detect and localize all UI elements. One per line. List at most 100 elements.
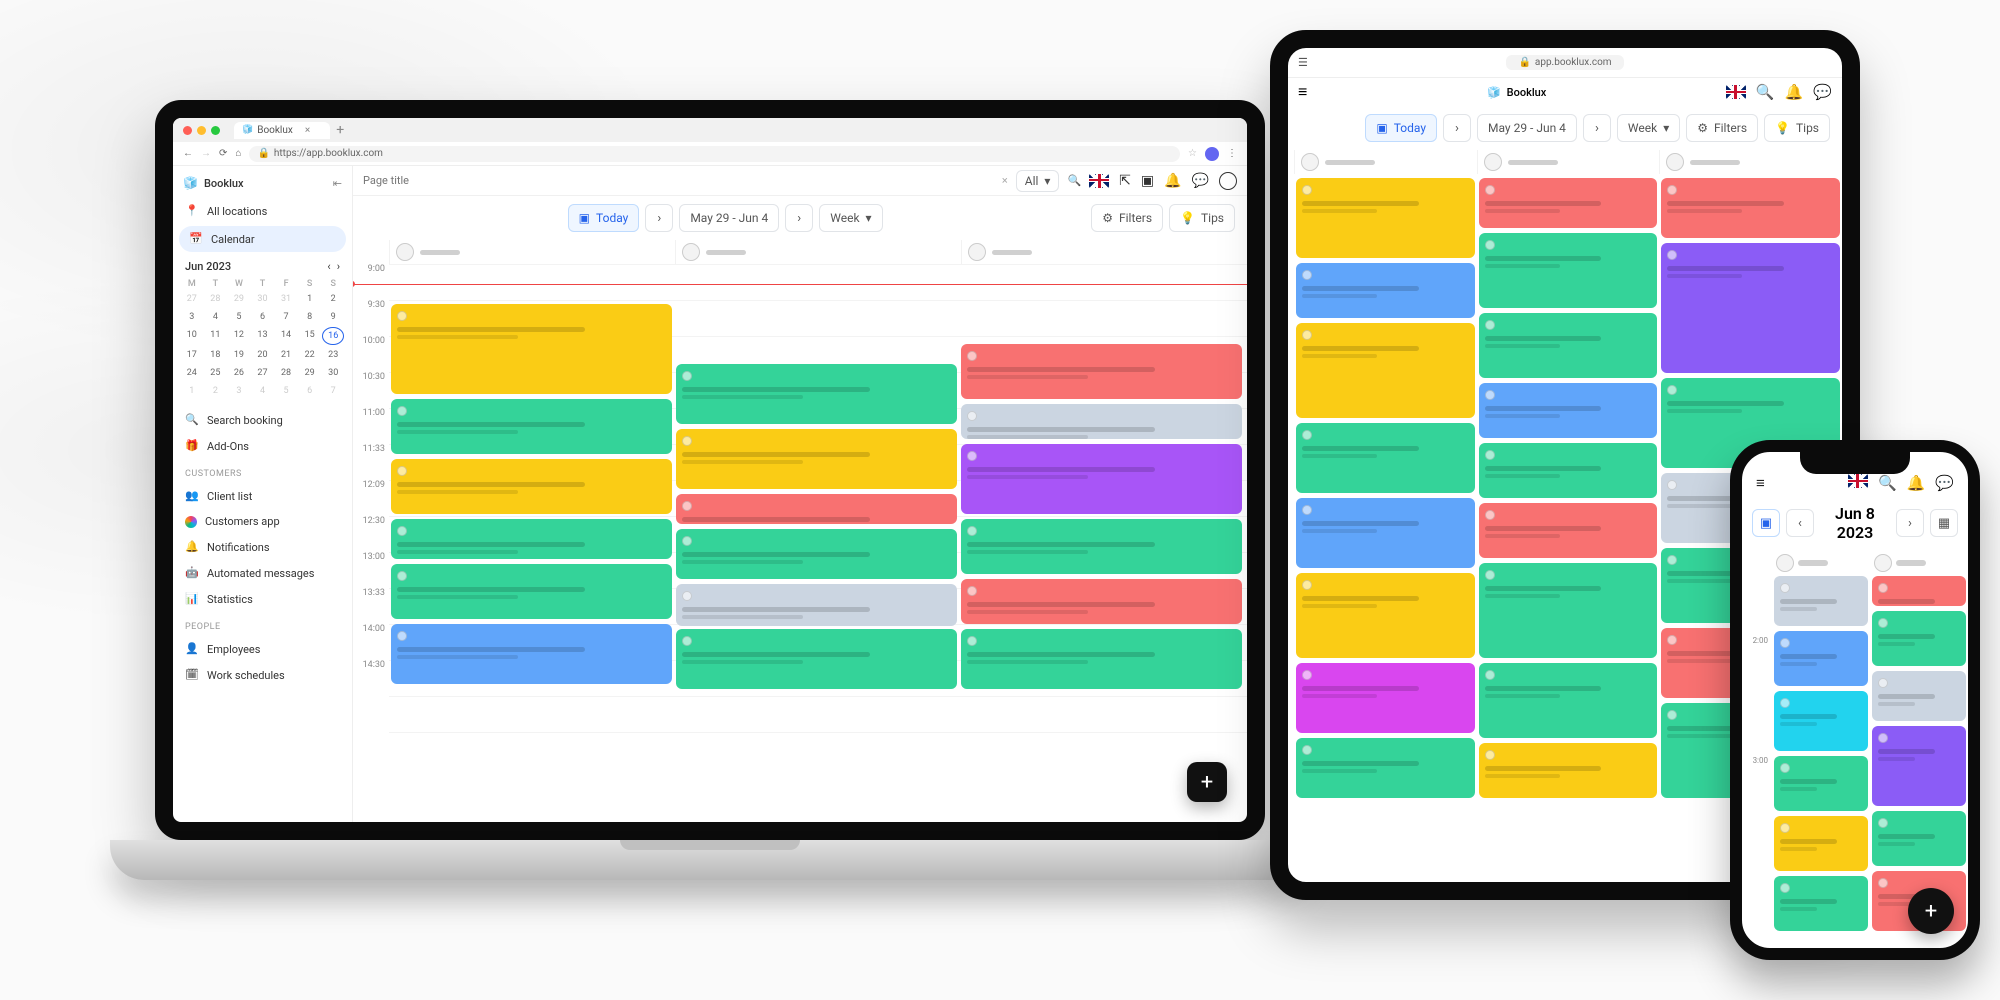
brand-header[interactable]: 🧊 Booklux: [1487, 86, 1546, 99]
clear-icon[interactable]: ×: [1002, 174, 1008, 187]
calendar-event[interactable]: [1296, 498, 1475, 568]
date-range-label[interactable]: May 29 - Jun 4: [679, 204, 779, 232]
mini-cal-day[interactable]: 24: [181, 365, 203, 381]
calendar-event[interactable]: [1479, 503, 1658, 558]
calendar-event[interactable]: [676, 364, 957, 424]
sidebar-item-search-booking[interactable]: 🔍 Search booking: [173, 407, 352, 433]
mini-cal-day[interactable]: 8: [299, 309, 321, 325]
menu-icon[interactable]: ≡: [1756, 474, 1765, 492]
back-icon[interactable]: ←: [183, 148, 193, 159]
today-button[interactable]: ▣: [1752, 509, 1780, 537]
calendar-event[interactable]: [1296, 423, 1475, 493]
chat-icon[interactable]: 💬: [1935, 474, 1954, 492]
sidebar-item-addons[interactable]: 🎁 Add-Ons: [173, 433, 352, 459]
mini-cal-day[interactable]: 30: [322, 365, 344, 381]
calendar-event[interactable]: [391, 519, 672, 559]
calendar-event[interactable]: [1774, 631, 1868, 686]
export-icon[interactable]: ⇱: [1119, 173, 1131, 189]
calendar-event[interactable]: [391, 459, 672, 514]
calendar-event[interactable]: [961, 629, 1242, 689]
calendar-event[interactable]: [1661, 243, 1840, 373]
calendar-event[interactable]: [676, 629, 957, 689]
calendar-event[interactable]: [1872, 726, 1966, 806]
sidebar-toggle-icon[interactable]: ☰: [1298, 56, 1308, 69]
reload-icon[interactable]: ⟳: [219, 148, 227, 159]
mini-cal-day[interactable]: 1: [181, 383, 203, 399]
mini-cal-day[interactable]: 3: [228, 383, 250, 399]
mini-cal-day[interactable]: 30: [252, 291, 274, 307]
calendar-event[interactable]: [1872, 671, 1966, 721]
window-controls[interactable]: [183, 126, 220, 135]
calendar-event[interactable]: [1774, 876, 1868, 931]
calendar-event[interactable]: [1479, 313, 1658, 378]
calendar-event[interactable]: [1661, 178, 1840, 238]
language-flag-icon[interactable]: [1848, 474, 1868, 488]
calendar-picker-button[interactable]: ▦: [1930, 509, 1958, 537]
mini-cal-day[interactable]: 2: [322, 291, 344, 307]
bell-icon[interactable]: 🔔: [1907, 474, 1926, 492]
filters-button[interactable]: ⚙ Filters: [1686, 114, 1758, 142]
search-icon[interactable]: 🔍: [1067, 174, 1081, 187]
sidebar-item-locations[interactable]: 📍 All locations: [173, 198, 352, 224]
sidebar-item-customers-app[interactable]: Customers app: [173, 509, 352, 534]
calendar-event[interactable]: [1872, 811, 1966, 866]
calendar-event[interactable]: [676, 429, 957, 489]
calendar-event[interactable]: [391, 399, 672, 454]
bell-icon[interactable]: 🔔: [1785, 83, 1804, 101]
mini-cal-day[interactable]: 27: [181, 291, 203, 307]
mini-cal-day[interactable]: 28: [205, 291, 227, 307]
calendar-event[interactable]: [1479, 178, 1658, 228]
calendar-event[interactable]: [1296, 573, 1475, 658]
calendar-event[interactable]: [1479, 383, 1658, 438]
today-button[interactable]: ▣ Today: [1365, 114, 1437, 142]
sidebar-item-client-list[interactable]: 👥 Client list: [173, 483, 352, 509]
add-booking-fab[interactable]: +: [1187, 762, 1227, 802]
mini-cal-day[interactable]: 17: [181, 347, 203, 363]
mini-cal-day[interactable]: 31: [275, 291, 297, 307]
calendar-event[interactable]: [961, 404, 1242, 439]
tips-button[interactable]: 💡 Tips: [1169, 204, 1235, 232]
mini-cal-day[interactable]: 6: [299, 383, 321, 399]
close-tab-icon[interactable]: ×: [305, 125, 310, 136]
calendar-event[interactable]: [1479, 233, 1658, 308]
new-tab-icon[interactable]: +: [336, 122, 344, 138]
mini-cal-day[interactable]: 9: [322, 309, 344, 325]
mini-cal-day[interactable]: 27: [252, 365, 274, 381]
mini-cal-day[interactable]: 4: [205, 309, 227, 325]
mini-cal-day[interactable]: 5: [228, 309, 250, 325]
calendar-event[interactable]: [1479, 663, 1658, 738]
mini-cal-day[interactable]: 29: [228, 291, 250, 307]
sidebar-item-automated-messages[interactable]: 🤖 Automated messages: [173, 560, 352, 586]
mini-cal-day[interactable]: 21: [275, 347, 297, 363]
calendar-event[interactable]: [391, 624, 672, 684]
mini-cal-day[interactable]: 1: [299, 291, 321, 307]
today-button[interactable]: ▣ Today: [568, 204, 640, 232]
mini-cal-day[interactable]: 19: [228, 347, 250, 363]
calendar-event[interactable]: [1479, 743, 1658, 798]
mini-cal-day[interactable]: 29: [299, 365, 321, 381]
home-icon[interactable]: ⌂: [235, 148, 241, 159]
mini-cal-day[interactable]: 3: [181, 309, 203, 325]
mini-cal-day[interactable]: 15: [299, 327, 321, 345]
star-icon[interactable]: ☆: [1188, 148, 1197, 159]
mini-cal-day[interactable]: 11: [205, 327, 227, 345]
language-flag-icon[interactable]: [1089, 174, 1109, 188]
mini-cal-day[interactable]: 25: [205, 365, 227, 381]
forward-icon[interactable]: →: [201, 148, 211, 159]
browser-tab[interactable]: 🧊 Booklux ×: [234, 122, 330, 139]
bell-icon[interactable]: 🔔: [1164, 173, 1181, 189]
chat-icon[interactable]: 💬: [1813, 83, 1832, 101]
mini-cal-next-icon[interactable]: ›: [337, 260, 340, 273]
sidebar-item-notifications[interactable]: 🔔 Notifications: [173, 534, 352, 560]
calendar-event[interactable]: [1296, 323, 1475, 418]
chat-icon[interactable]: 💬: [1192, 173, 1209, 189]
calendar-event[interactable]: [1872, 611, 1966, 666]
calendar-event[interactable]: [1774, 576, 1868, 626]
collapse-sidebar-icon[interactable]: ⇤: [333, 177, 342, 190]
mini-cal-day[interactable]: 12: [228, 327, 250, 345]
url-pill[interactable]: 🔒 app.booklux.com: [1506, 55, 1623, 70]
prev-day-button[interactable]: ‹: [1786, 509, 1814, 537]
mini-cal-day[interactable]: 6: [252, 309, 274, 325]
mini-cal-day[interactable]: 4: [252, 383, 274, 399]
calendar-event[interactable]: [1774, 691, 1868, 751]
